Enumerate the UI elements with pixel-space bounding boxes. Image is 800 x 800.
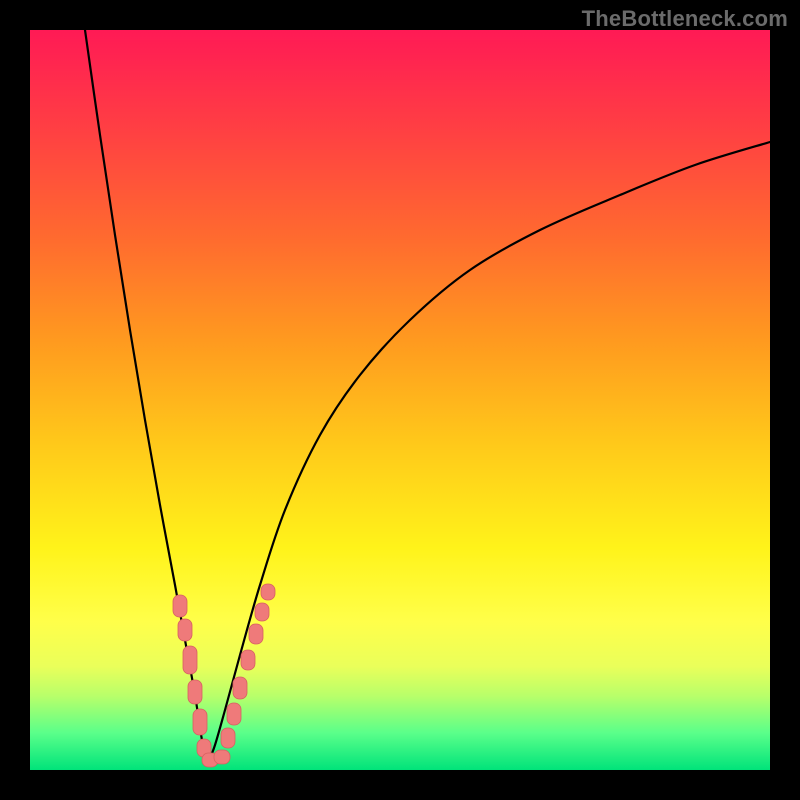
- data-marker: [233, 677, 247, 699]
- data-marker: [241, 650, 255, 670]
- data-marker: [193, 709, 207, 735]
- data-marker: [173, 595, 187, 617]
- data-marker: [214, 750, 230, 764]
- right-curve: [208, 142, 770, 763]
- data-marker: [221, 728, 235, 748]
- curve-layer: [30, 30, 770, 770]
- watermark-text: TheBottleneck.com: [582, 6, 788, 32]
- data-marker: [249, 624, 263, 644]
- data-marker: [255, 603, 269, 621]
- data-marker: [227, 703, 241, 725]
- data-markers: [173, 584, 275, 767]
- data-marker: [261, 584, 275, 600]
- data-marker: [183, 646, 197, 674]
- data-marker: [178, 619, 192, 641]
- data-marker: [188, 680, 202, 704]
- chart-frame: TheBottleneck.com: [0, 0, 800, 800]
